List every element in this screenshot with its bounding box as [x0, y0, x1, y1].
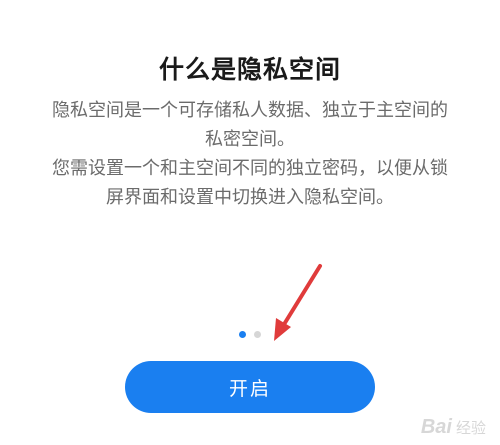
description-paragraph-2: 您需设置一个和主空间不同的独立密码，以便从锁 屏界面和设置中切换进入隐私空间。 [28, 154, 472, 212]
open-button[interactable]: 开启 [125, 361, 375, 413]
page-indicator-dot[interactable] [254, 331, 261, 338]
description-line: 屏界面和设置中切换进入隐私空间。 [106, 187, 394, 208]
description-line: 私密空间。 [205, 129, 295, 150]
page-indicator [0, 331, 500, 338]
baidu-watermark: Bai 经验 [421, 416, 486, 439]
description-line: 隐私空间是一个可存储私人数据、独立于主空间的 [52, 100, 448, 121]
page-indicator-dot-active[interactable] [239, 331, 246, 338]
description-paragraph-1: 隐私空间是一个可存储私人数据、独立于主空间的 私密空间。 [28, 96, 472, 154]
arrow-shaft [281, 264, 322, 328]
watermark-brand: Bai [420, 416, 452, 438]
description-line: 您需设置一个和主空间不同的独立密码，以便从锁 [52, 158, 448, 179]
privacy-space-intro-page: 什么是隐私空间 隐私空间是一个可存储私人数据、独立于主空间的 私密空间。 您需设… [0, 0, 500, 445]
page-title: 什么是隐私空间 [158, 55, 341, 84]
watermark-sub: 经验 [455, 419, 486, 437]
